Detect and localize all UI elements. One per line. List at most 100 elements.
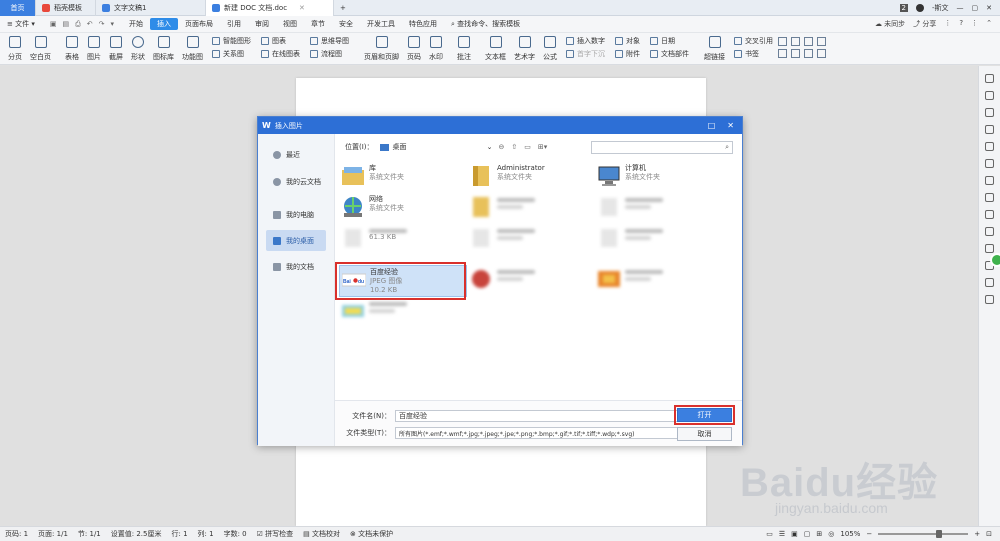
view-mode-icon[interactable]: ⊞▾ — [538, 143, 547, 151]
user-name[interactable]: -斯文 — [932, 3, 949, 13]
file-item[interactable] — [595, 224, 723, 255]
picture-button[interactable]: 图片 — [87, 33, 101, 62]
adjust-icon[interactable] — [985, 227, 994, 236]
menu-references[interactable]: 引用 — [220, 19, 248, 29]
wordart-button[interactable]: 艺术字 — [514, 33, 535, 62]
cross-reference-button[interactable]: 交叉引用 — [734, 36, 773, 46]
page-break-button[interactable]: 分页 — [8, 33, 22, 62]
menu-insert[interactable]: 插入 — [149, 18, 178, 30]
comment-button[interactable]: 批注 — [457, 33, 471, 62]
layout-icon[interactable] — [791, 49, 800, 58]
layout-icon[interactable] — [791, 37, 800, 46]
table-button[interactable]: 表格 — [65, 33, 79, 62]
layout-icon[interactable] — [817, 49, 826, 58]
hyperlink-button[interactable]: 超链接 — [704, 33, 725, 62]
file-item[interactable]: 网络 系统文件夹 — [339, 193, 467, 224]
folder-icon[interactable]: ▤ — [62, 20, 69, 29]
redo-icon[interactable]: ↷ — [99, 20, 105, 29]
list-icon[interactable] — [985, 193, 994, 202]
view-icon[interactable]: ⊞ — [816, 530, 822, 538]
layout-icon[interactable] — [778, 37, 787, 46]
tab-home[interactable]: 首页 — [0, 0, 36, 16]
tab-doc-active[interactable]: 新建 DOC 文档.doc ✕ — [206, 0, 334, 16]
zoom-level[interactable]: 105% — [840, 530, 860, 538]
mind-map-button[interactable]: 思维导图 — [310, 36, 349, 46]
file-item[interactable]: 计算机 系统文件夹 — [595, 162, 723, 193]
file-item[interactable]: 库系统文件夹 — [339, 162, 467, 193]
command-search[interactable]: ⌕ 查找命令、搜索模板 — [444, 19, 527, 29]
chart-button[interactable]: 图表 — [261, 36, 300, 46]
layout-icon[interactable] — [804, 49, 813, 58]
view-icon[interactable]: ▭ — [766, 530, 773, 538]
nav-desktop[interactable]: 我的桌面 — [266, 230, 326, 251]
filename-input[interactable]: 百度经验 — [395, 410, 678, 422]
function-chart-button[interactable]: 功能图 — [182, 33, 203, 62]
spell-check-button[interactable]: ☑ 拼写检查 — [257, 529, 294, 539]
minimize-icon[interactable]: — — [957, 4, 964, 12]
help-button[interactable]: ? — [959, 19, 963, 29]
menu-view[interactable]: 视图 — [276, 19, 304, 29]
layout-icon[interactable] — [778, 49, 787, 58]
flowchart-button[interactable]: 流程图 — [310, 49, 349, 59]
tab-writer-1[interactable]: 文字文稿1 — [96, 0, 206, 16]
maximize-icon[interactable]: □ — [708, 121, 716, 130]
view-icon[interactable]: ◎ — [828, 530, 834, 538]
view-icon[interactable]: ☰ — [779, 530, 785, 538]
protect-status[interactable]: ⊗ 文档未保护 — [350, 529, 393, 539]
header-footer-button[interactable]: 页眉和页脚 — [364, 33, 399, 62]
nav-cloud[interactable]: 我的云文档 — [266, 171, 326, 192]
print-icon[interactable]: ⎙ — [75, 20, 81, 29]
zoom-out-button[interactable]: − — [866, 530, 872, 538]
grid-icon[interactable] — [985, 125, 994, 134]
attachment-button[interactable]: 附件 — [615, 49, 640, 59]
table-icon[interactable] — [985, 159, 994, 168]
page-number-button[interactable]: 页码 — [407, 33, 421, 62]
cursor-icon[interactable] — [985, 91, 994, 100]
file-item[interactable]: Administrator 系统文件夹 — [467, 162, 595, 193]
view-icon[interactable]: ▣ — [791, 530, 798, 538]
chevron-down-icon[interactable]: ▾ — [110, 20, 114, 29]
menu-security[interactable]: 安全 — [332, 19, 360, 29]
nav-my-computer[interactable]: 我的电脑 — [266, 204, 326, 225]
sync-status[interactable]: ☁ 未同步 — [875, 19, 905, 29]
menu-layout[interactable]: 页面布局 — [178, 19, 220, 29]
avatar[interactable] — [915, 3, 924, 12]
fit-icon[interactable]: ⊡ — [986, 530, 992, 538]
share-button[interactable]: ⤴ 分享 — [913, 19, 936, 29]
screenshot-button[interactable]: 截屏 — [109, 33, 123, 62]
close-window-icon[interactable]: ✕ — [986, 4, 992, 12]
proofread-button[interactable]: ▤ 文档校对 — [303, 529, 340, 539]
smart-art-button[interactable]: 智能图形 — [212, 36, 251, 46]
assistant-toggle[interactable] — [990, 253, 1000, 267]
back-icon[interactable]: ⊖ — [499, 143, 505, 151]
zoom-slider[interactable] — [878, 530, 969, 538]
online-chart-button[interactable]: 在线图表 — [261, 49, 300, 59]
shape-button[interactable]: 形状 — [131, 33, 145, 62]
shape-icon[interactable] — [985, 108, 994, 117]
grid-icon[interactable] — [985, 142, 994, 151]
chart-icon[interactable] — [985, 176, 994, 185]
nav-recent[interactable]: 最近 — [266, 144, 326, 165]
date-button[interactable]: 日期 — [650, 36, 689, 46]
filetype-select[interactable]: 所有图片(*.emf;*.wmf;*.jpg;*.jpeg;*.jpe;*.pn… — [395, 427, 687, 439]
undo-icon[interactable]: ↶ — [87, 20, 93, 29]
textbox-button[interactable]: 文本框 — [485, 33, 506, 62]
status-words[interactable]: 字数: 0 — [224, 529, 247, 539]
up-folder-icon[interactable]: ⇧ — [511, 143, 517, 151]
nav-documents[interactable]: 我的文档 — [266, 256, 326, 277]
close-icon[interactable]: ✕ — [299, 4, 305, 12]
help-icon[interactable] — [985, 278, 994, 287]
file-item[interactable] — [467, 193, 595, 224]
save-icon[interactable]: ▣ — [50, 20, 57, 29]
add-tab-button[interactable]: + — [334, 0, 352, 16]
pen-icon[interactable] — [985, 74, 994, 83]
share-icon[interactable] — [985, 295, 994, 304]
maximize-icon[interactable]: ▢ — [972, 4, 979, 12]
menu-developer[interactable]: 开发工具 — [360, 19, 402, 29]
insert-number-button[interactable]: 插入数字 — [566, 36, 605, 46]
menu-start[interactable]: 开始 — [122, 19, 150, 29]
zoom-slider-thumb[interactable] — [936, 530, 943, 538]
equation-button[interactable]: 公式 — [543, 33, 557, 62]
search-input[interactable]: ⌕ — [591, 140, 733, 154]
tab-docer[interactable]: 稻壳模板 — [36, 0, 96, 16]
